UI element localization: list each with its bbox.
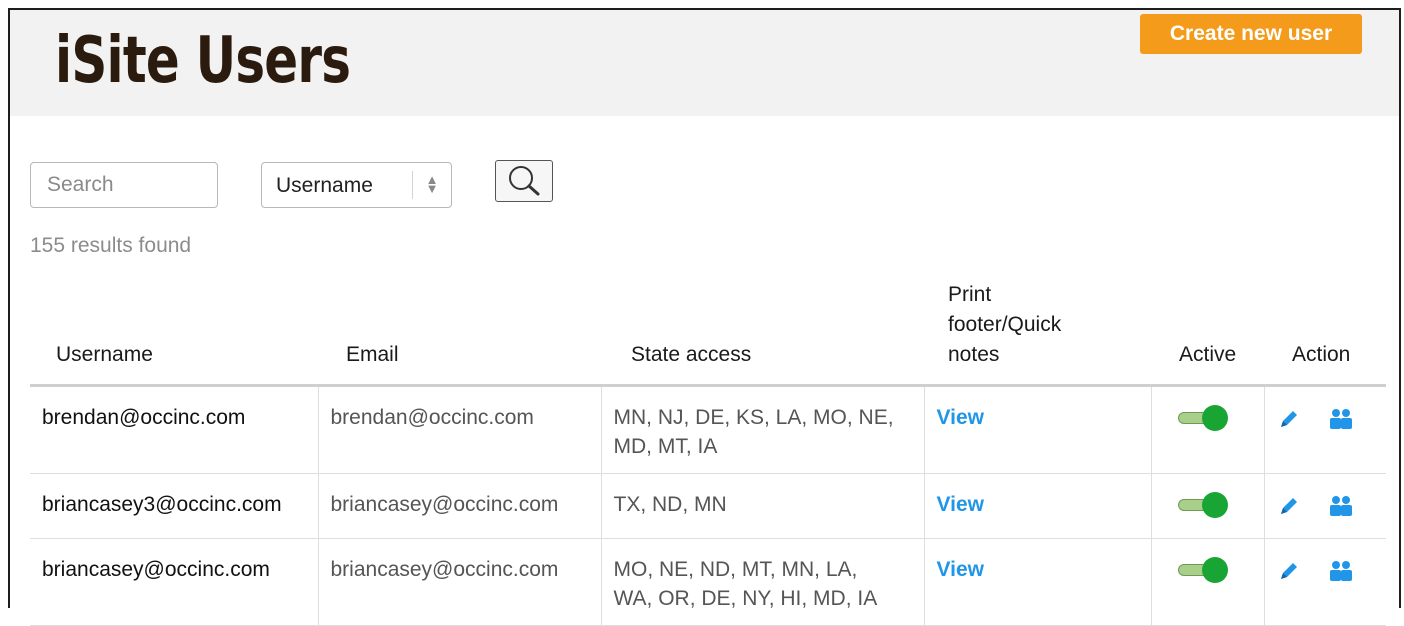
state-access-line: WA, OR, DE, NY, HI, MD, IA bbox=[613, 587, 878, 610]
username-cell: brendan@occinc.com bbox=[30, 385, 318, 474]
select-divider bbox=[412, 171, 413, 199]
column-header-email: Email bbox=[318, 280, 601, 387]
email-cell: briancasey@occinc.com bbox=[317, 538, 601, 626]
username-cell: briancasey@occinc.com bbox=[30, 538, 318, 626]
users-icon[interactable] bbox=[1328, 407, 1354, 439]
state-access-cell: TX, ND, MN bbox=[600, 473, 924, 539]
active-cell bbox=[1150, 538, 1264, 626]
state-access-line: MD, MT, IA bbox=[613, 435, 718, 458]
view-link[interactable]: View bbox=[937, 406, 984, 429]
search-field-select[interactable]: Username ▲ ▼ bbox=[261, 162, 452, 208]
view-link[interactable]: View bbox=[937, 493, 984, 516]
sort-arrows-icon: ▲ ▼ bbox=[425, 172, 439, 196]
page-frame: iSite Users Create new user Username ▲▼ … bbox=[8, 8, 1401, 626]
table-header-row: Username Email State access Print footer… bbox=[30, 280, 1386, 387]
users-icon[interactable] bbox=[1328, 559, 1354, 591]
column-header-active: Active bbox=[1151, 280, 1264, 387]
print-header-line3: notes bbox=[948, 343, 1000, 366]
print-notes-cell: View bbox=[923, 385, 1151, 474]
search-input[interactable] bbox=[30, 162, 218, 208]
active-cell bbox=[1150, 385, 1264, 474]
print-notes-cell: View bbox=[923, 473, 1151, 539]
pencil-icon[interactable] bbox=[1277, 407, 1301, 439]
action-cell bbox=[1263, 538, 1386, 626]
state-access-cell: MN, NJ, DE, KS, LA, MO, NE, MD, MT, IA bbox=[600, 385, 924, 474]
column-header-print-footer: Print footer/Quick notes bbox=[924, 280, 1151, 387]
column-header-state-access: State access bbox=[601, 280, 924, 387]
state-access-cell: MO, NE, ND, MT, MN, LA, WA, OR, DE, NY, … bbox=[600, 538, 924, 626]
active-cell bbox=[1150, 473, 1264, 539]
page-header: iSite Users Create new user bbox=[10, 10, 1399, 116]
search-button[interactable] bbox=[495, 160, 553, 202]
state-access-line: TX, ND, MN bbox=[613, 493, 727, 516]
pencil-icon[interactable] bbox=[1277, 494, 1301, 526]
table-row: brendan@occinc.com brendan@occinc.com MN… bbox=[30, 385, 1386, 474]
users-icon[interactable] bbox=[1328, 494, 1354, 526]
users-table: Username Email State access Print footer… bbox=[30, 280, 1386, 626]
username-cell: briancasey3@occinc.com bbox=[30, 473, 318, 539]
active-toggle[interactable] bbox=[1177, 557, 1228, 583]
print-notes-cell: View bbox=[923, 538, 1151, 626]
results-count: 155 results found bbox=[30, 234, 192, 257]
table-row: briancasey3@occinc.com briancasey@occinc… bbox=[30, 473, 1386, 539]
create-new-user-button[interactable]: Create new user bbox=[1140, 14, 1362, 54]
column-header-username: Username bbox=[30, 280, 318, 387]
page-title: iSite Users bbox=[55, 24, 351, 98]
table-row: briancasey@occinc.com briancasey@occinc.… bbox=[30, 538, 1386, 626]
email-cell: brendan@occinc.com bbox=[317, 385, 601, 474]
magnifier-icon bbox=[509, 166, 540, 196]
print-header-line2: footer/Quick bbox=[948, 313, 1062, 336]
state-access-line: MO, NE, ND, MT, MN, LA, bbox=[613, 558, 858, 581]
pencil-icon[interactable] bbox=[1277, 559, 1301, 591]
state-access-line: MN, NJ, DE, KS, LA, MO, NE, bbox=[613, 406, 894, 429]
view-link[interactable]: View bbox=[937, 558, 984, 581]
column-header-action: Action bbox=[1264, 280, 1386, 387]
action-cell bbox=[1263, 473, 1386, 539]
select-value: Username bbox=[276, 174, 373, 197]
active-toggle[interactable] bbox=[1177, 405, 1228, 431]
email-cell: briancasey@occinc.com bbox=[317, 473, 601, 539]
action-cell bbox=[1263, 385, 1386, 474]
print-header-line1: Print bbox=[948, 283, 992, 306]
active-toggle[interactable] bbox=[1177, 492, 1228, 518]
